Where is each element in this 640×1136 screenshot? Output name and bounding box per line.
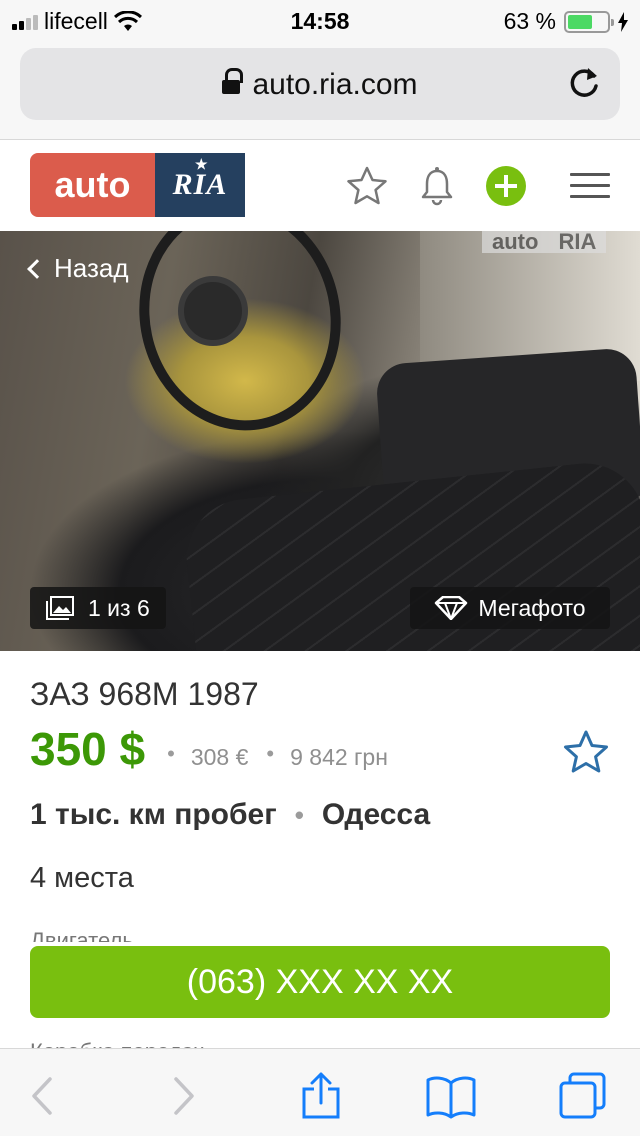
- site-logo[interactable]: auto ★ RIA: [30, 153, 245, 217]
- battery-icon: [564, 10, 614, 33]
- logo-auto: auto: [30, 153, 155, 217]
- price-usd: 350 $: [30, 723, 146, 775]
- show-phone-button[interactable]: (063) XXX XX XX: [30, 946, 610, 1018]
- price-separator: •: [167, 741, 175, 766]
- battery-percent: 63 %: [503, 8, 556, 34]
- logo-star-icon: ★: [195, 158, 209, 173]
- favorites-star-icon[interactable]: [346, 165, 388, 207]
- watermark-ria: RIA: [548, 231, 607, 253]
- bookmarks-icon[interactable]: [426, 1071, 476, 1121]
- mileage: 1 тыс. км пробег: [30, 798, 277, 831]
- add-listing-plus-icon[interactable]: [486, 166, 526, 206]
- price-row: 350 $ • 308 € • 9 842 грн: [30, 722, 388, 776]
- site-header: auto ★ RIA: [0, 141, 640, 231]
- back-label: Назад: [54, 253, 129, 283]
- lock-icon: [222, 68, 244, 95]
- mileage-location-row: 1 тыс. км пробег • Одесса: [30, 798, 430, 832]
- gallery-icon: [46, 596, 74, 620]
- forward-arrow-icon[interactable]: [158, 1071, 208, 1121]
- listing-title: ЗАЗ 968М 1987: [30, 676, 259, 712]
- photo-counter[interactable]: 1 из 6: [30, 587, 166, 629]
- megaphoto-label: Мегафото: [478, 594, 586, 621]
- back-button[interactable]: Назад: [27, 253, 129, 284]
- bell-icon[interactable]: [416, 165, 458, 207]
- diamond-icon: [435, 596, 468, 620]
- menu-icon[interactable]: [570, 173, 610, 199]
- photo-watermark: auto RIA: [482, 231, 607, 253]
- back-arrow-icon[interactable]: [18, 1071, 68, 1121]
- status-bar: lifecell 14:58 63 %: [0, 0, 640, 40]
- photo-wheel-hub-shape: [178, 276, 248, 346]
- url-display[interactable]: auto.ria.com: [20, 68, 620, 102]
- engine-label: Двигатель: [30, 928, 134, 942]
- listing-photo[interactable]: auto RIA Назад 1 из 6 Мегафото: [0, 231, 640, 651]
- browser-toolbar: [0, 1048, 640, 1136]
- price-separator: •: [266, 741, 275, 766]
- logo-ria: ★ RIA: [155, 153, 245, 217]
- tabs-icon[interactable]: [558, 1071, 608, 1121]
- reload-icon[interactable]: [564, 64, 604, 104]
- status-right: 63 %: [504, 8, 628, 35]
- price-eur: 308 €: [190, 744, 249, 770]
- chevron-left-icon: [27, 258, 47, 279]
- city: Одесса: [321, 798, 431, 831]
- watermark-auto: auto: [482, 231, 549, 253]
- price-uah: 9 842 грн: [290, 744, 388, 770]
- charging-icon: [618, 11, 628, 32]
- address-bar[interactable]: auto.ria.com: [20, 48, 620, 120]
- megaphoto-button[interactable]: Мегафото: [410, 587, 610, 629]
- add-to-favorites-star-icon[interactable]: [562, 728, 610, 776]
- photo-wheel-shape: [118, 231, 362, 450]
- share-icon[interactable]: [296, 1071, 346, 1121]
- photo-counter-text: 1 из 6: [88, 594, 150, 621]
- info-separator: •: [294, 799, 304, 830]
- browser-address-area: auto.ria.com: [0, 40, 640, 140]
- seats: 4 места: [30, 862, 134, 894]
- url-text: auto.ria.com: [252, 68, 418, 101]
